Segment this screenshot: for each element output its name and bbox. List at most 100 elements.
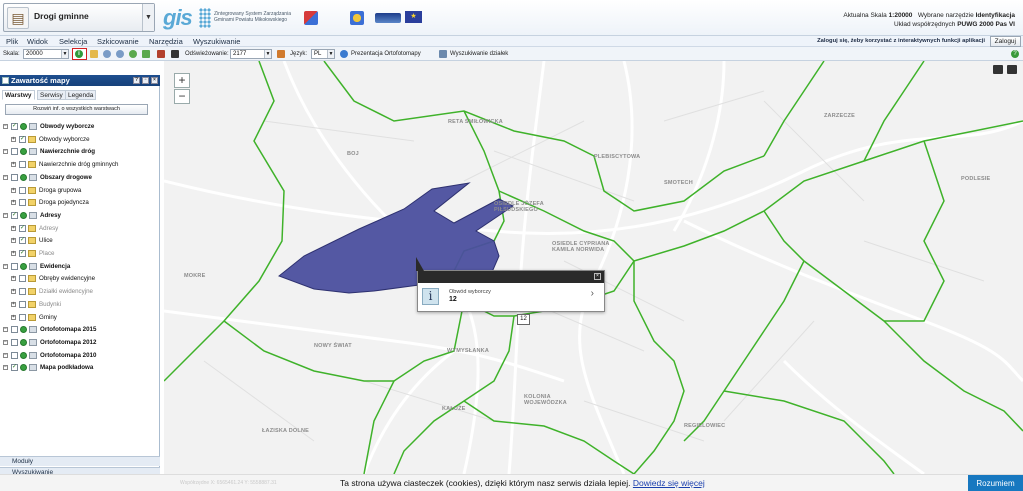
refresh-combo[interactable]: 2177 ▼: [230, 49, 272, 59]
expand-all-layers-button[interactable]: Rozwiń inf. o wszystkich warstwach: [5, 104, 148, 115]
expand-toggle-icon[interactable]: −: [3, 174, 8, 180]
camera-icon[interactable]: [171, 50, 179, 58]
map-view[interactable]: + − RETA ŚMIŁOWICKA BOJ OSIEDLE JÓZEFA P…: [164, 61, 1023, 474]
menu-selekcja[interactable]: Selekcja: [59, 36, 87, 47]
help-icon[interactable]: ?: [133, 77, 140, 84]
menu-szkicowanie[interactable]: Szkicowanie: [97, 36, 139, 47]
ortho-presentation-link[interactable]: Prezentacja Ortofotomapy: [351, 47, 421, 61]
layer-group-icon: [29, 326, 37, 334]
layer-checkbox[interactable]: [11, 351, 18, 359]
cookie-accept-button[interactable]: Rozumiem: [968, 475, 1023, 491]
layer-checkbox[interactable]: [19, 313, 26, 321]
layer-checkbox[interactable]: [11, 326, 18, 334]
cookie-message: Ta strona używa ciasteczek (cookies), dz…: [340, 478, 631, 488]
menu-wyszukiwanie[interactable]: Wyszukiwanie: [193, 36, 240, 47]
zoom-out-icon[interactable]: [116, 50, 124, 58]
expand-toggle-icon[interactable]: +: [11, 187, 16, 193]
chevron-down-icon[interactable]: ▼: [142, 4, 154, 31]
layer-checkbox[interactable]: [19, 161, 26, 169]
layer-checkbox[interactable]: [19, 199, 26, 207]
expand-toggle-icon[interactable]: +: [11, 162, 16, 168]
restore-icon[interactable]: ▫: [142, 77, 149, 84]
chevron-right-icon[interactable]: ›: [591, 288, 594, 299]
layer-checkbox[interactable]: ✓: [19, 224, 26, 232]
login-message: Zaloguj się, żeby korzystać z interaktyw…: [817, 38, 985, 44]
layer-checkbox[interactable]: [11, 173, 18, 181]
login-button[interactable]: Zaloguj: [989, 36, 1021, 47]
tab-legenda[interactable]: Legenda: [65, 90, 97, 100]
expand-toggle-icon[interactable]: +: [11, 289, 16, 295]
panel-spacer: [0, 61, 164, 75]
layer-checkbox[interactable]: [11, 338, 18, 346]
expand-toggle-icon[interactable]: −: [3, 263, 8, 269]
folder-icon: [28, 313, 36, 321]
chat-icon[interactable]: [1007, 65, 1017, 74]
comment-icon[interactable]: [993, 65, 1003, 74]
close-icon[interactable]: ×: [594, 273, 601, 280]
map-canvas: [164, 61, 1023, 474]
expand-toggle-icon[interactable]: −: [3, 212, 8, 218]
expand-toggle-icon[interactable]: +: [11, 136, 16, 142]
application-selector[interactable]: ▤ Drogi gminne ▼: [3, 3, 155, 32]
expand-toggle-icon[interactable]: −: [3, 327, 8, 333]
road-app-icon: ▤: [7, 7, 29, 29]
modules-panel-header[interactable]: Moduły: [0, 456, 160, 466]
pan-icon[interactable]: [90, 50, 98, 58]
close-icon[interactable]: ×: [151, 77, 158, 84]
expand-toggle-icon[interactable]: +: [11, 200, 16, 206]
menu-plik[interactable]: Plik: [6, 36, 18, 47]
map-label: OSIEDLE CYPRIANA KAMILA NORWIDA: [552, 241, 610, 253]
layer-checkbox[interactable]: [19, 288, 26, 296]
chevron-down-icon[interactable]: ▼: [61, 50, 68, 58]
zoom-out-button[interactable]: −: [174, 89, 190, 104]
expand-toggle-icon[interactable]: +: [11, 301, 16, 307]
expand-toggle-icon[interactable]: +: [11, 314, 16, 320]
cookie-more-link[interactable]: Dowiedz się więcej: [633, 478, 705, 488]
tab-warstwy[interactable]: Warstwy: [2, 90, 35, 100]
layer-checkbox[interactable]: ✓: [19, 135, 26, 143]
language-combo-value: PL: [314, 51, 322, 57]
folder-icon: [28, 250, 36, 257]
help-icon[interactable]: ?: [1011, 50, 1019, 58]
expand-toggle-icon[interactable]: −: [3, 352, 8, 358]
expand-toggle-icon[interactable]: −: [3, 339, 8, 345]
scale-combo[interactable]: 20000 ▼: [23, 49, 69, 59]
layer-checkbox[interactable]: [11, 148, 18, 156]
layer-checkbox[interactable]: ✓: [11, 123, 18, 130]
expand-toggle-icon[interactable]: +: [11, 251, 16, 256]
popup-header: ×: [418, 271, 604, 283]
expand-toggle-icon[interactable]: −: [3, 124, 8, 129]
layer-checkbox[interactable]: ✓: [11, 364, 18, 372]
layer-label: Mapa podkładowa: [40, 364, 94, 372]
menu-narzedzia[interactable]: Narzędzia: [149, 36, 183, 47]
expand-toggle-icon[interactable]: +: [11, 225, 16, 231]
expand-toggle-icon[interactable]: −: [3, 149, 8, 155]
parcel-search-link[interactable]: Wyszukiwanie działek: [450, 47, 508, 61]
print-icon[interactable]: [157, 50, 165, 58]
tab-serwisy[interactable]: Serwisy: [37, 90, 66, 100]
layer-checkbox[interactable]: [19, 275, 26, 283]
layer-checkbox[interactable]: ✓: [19, 237, 26, 245]
zoom-in-icon[interactable]: [103, 50, 111, 58]
previous-extent-icon[interactable]: [142, 50, 150, 58]
chevron-down-icon[interactable]: ▼: [264, 50, 271, 58]
expand-toggle-icon[interactable]: +: [11, 238, 16, 244]
expand-toggle-icon[interactable]: −: [3, 365, 8, 371]
chevron-down-icon[interactable]: ▼: [327, 50, 334, 58]
full-extent-icon[interactable]: [129, 50, 137, 58]
layer-checkbox[interactable]: ✓: [19, 250, 26, 257]
layer-checkbox[interactable]: [19, 186, 26, 194]
settings-icon[interactable]: [277, 50, 285, 58]
layer-label: Ortofotomapa 2015: [40, 326, 97, 334]
layer-checkbox[interactable]: [11, 262, 18, 270]
expand-toggle-icon[interactable]: +: [11, 276, 16, 282]
identify-tool-button[interactable]: i: [72, 48, 87, 60]
layer-checkbox[interactable]: ✓: [11, 211, 18, 219]
zoom-in-button[interactable]: +: [174, 73, 190, 88]
layer-label: Ewidencja: [40, 262, 71, 270]
menu-widok[interactable]: Widok: [27, 36, 48, 47]
info-icon: i: [422, 288, 439, 305]
layer-checkbox[interactable]: [19, 300, 26, 308]
language-combo[interactable]: PL ▼: [311, 49, 335, 59]
layer-group-icon: [29, 364, 37, 372]
